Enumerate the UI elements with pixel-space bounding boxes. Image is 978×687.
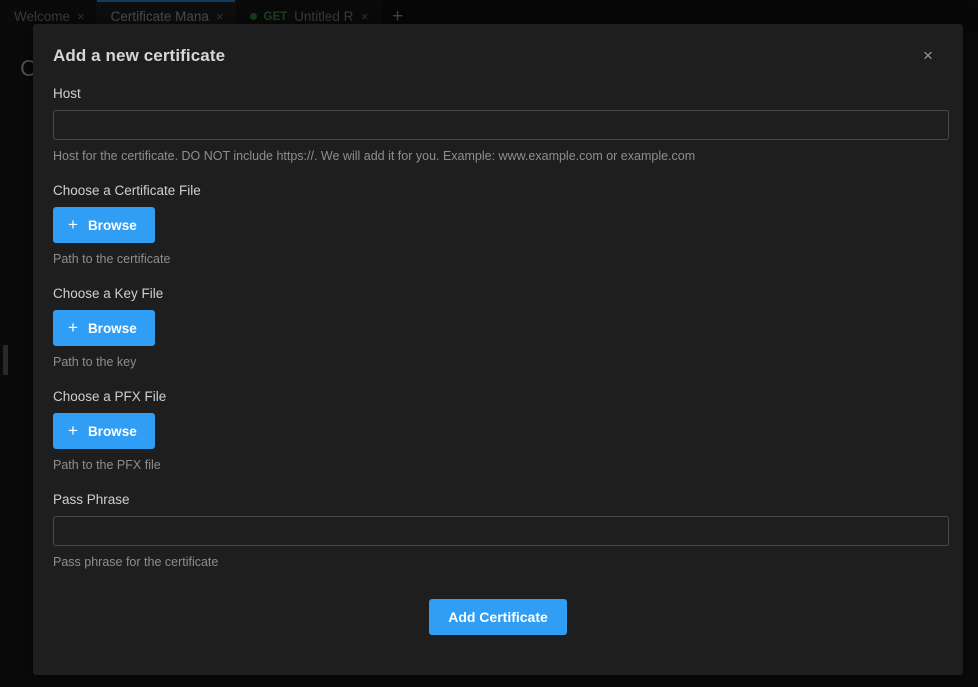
browse-label: Browse — [87, 423, 137, 439]
add-certificate-button[interactable]: Add Certificate — [429, 599, 567, 635]
browse-certificate-button[interactable]: + Browse — [53, 207, 155, 243]
close-icon[interactable]: × — [915, 42, 941, 68]
key-file-helper-text: Path to the key — [53, 355, 137, 369]
host-input[interactable] — [53, 110, 949, 140]
dialog-header: Add a new certificate × — [33, 24, 963, 86]
pass-phrase-input[interactable] — [53, 516, 949, 546]
dialog-footer: Add Certificate — [53, 599, 943, 635]
pfx-file-label: Choose a PFX File — [53, 389, 167, 404]
key-file-label: Choose a Key File — [53, 286, 164, 301]
host-label: Host — [53, 86, 81, 101]
dialog-body: Host Host for the certificate. DO NOT in… — [33, 86, 963, 635]
pass-phrase-label: Pass Phrase — [53, 492, 130, 507]
browse-pfx-button[interactable]: + Browse — [53, 413, 155, 449]
plus-icon: + — [68, 317, 78, 337]
dialog-title: Add a new certificate — [53, 46, 226, 65]
field-key-file: Choose a Key File + Browse Path to the k… — [53, 286, 943, 369]
certificate-file-helper-text: Path to the certificate — [53, 252, 171, 266]
plus-icon: + — [68, 214, 78, 234]
certificate-file-label: Choose a Certificate File — [53, 183, 201, 198]
browse-label: Browse — [87, 217, 137, 233]
field-host: Host Host for the certificate. DO NOT in… — [53, 86, 949, 163]
add-certificate-dialog: Add a new certificate × Host Host for th… — [33, 24, 963, 675]
field-pass-phrase: Pass Phrase Pass phrase for the certific… — [53, 492, 949, 569]
pfx-file-helper-text: Path to the PFX file — [53, 458, 161, 472]
app-window: Welcome × Certificate Mana × GET Untitle… — [0, 0, 978, 687]
field-certificate-file: Choose a Certificate File + Browse Path … — [53, 183, 943, 266]
browse-label: Browse — [87, 320, 137, 336]
browse-key-button[interactable]: + Browse — [53, 310, 155, 346]
plus-icon: + — [68, 420, 78, 440]
field-pfx-file: Choose a PFX File + Browse Path to the P… — [53, 389, 943, 472]
host-helper-text: Host for the certificate. DO NOT include… — [53, 149, 696, 163]
pass-phrase-helper-text: Pass phrase for the certificate — [53, 555, 219, 569]
